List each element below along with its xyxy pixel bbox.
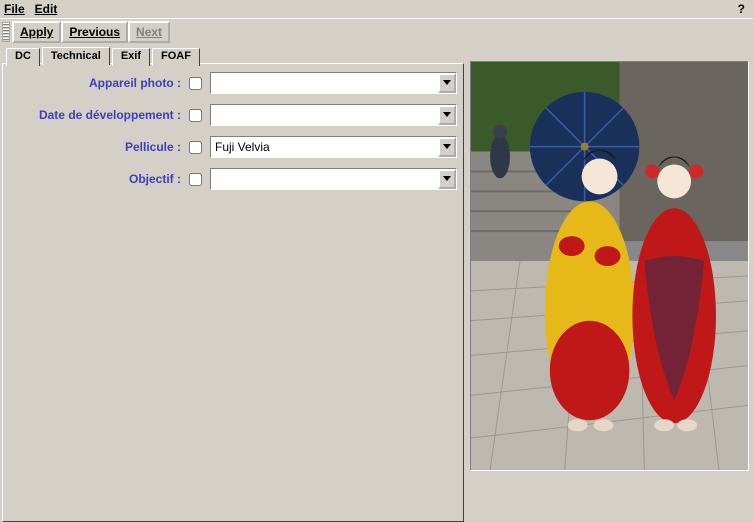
tab-exif[interactable]: Exif: [112, 48, 150, 66]
tabstrip: DC Technical Exif FOAF: [2, 45, 464, 63]
next-button: Next: [128, 21, 170, 43]
apply-button[interactable]: Apply: [12, 21, 61, 43]
menubar: File Edit ?: [0, 0, 753, 19]
combo-lens-value[interactable]: [211, 169, 438, 189]
tab-dc[interactable]: DC: [6, 48, 40, 66]
label-camera: Appareil photo :: [9, 76, 181, 90]
row-camera: Appareil photo :: [9, 72, 457, 94]
toolbar: Apply Previous Next: [0, 19, 753, 45]
toolbar-grip-icon: [2, 22, 10, 42]
row-film: Pellicule : Fuji Velvia: [9, 136, 457, 158]
row-devdate: Date de développement :: [9, 104, 457, 126]
photo-image: [471, 62, 748, 470]
checkbox-devdate[interactable]: [189, 109, 202, 122]
combo-film-button[interactable]: [438, 137, 456, 157]
tab-foaf[interactable]: FOAF: [152, 48, 200, 66]
chevron-down-icon: [443, 80, 451, 86]
combo-devdate-button[interactable]: [438, 105, 456, 125]
label-devdate: Date de développement :: [9, 108, 181, 122]
photo-preview: [470, 61, 749, 471]
label-film: Pellicule :: [9, 140, 181, 154]
menu-help[interactable]: ?: [738, 2, 745, 16]
right-pane: [470, 45, 751, 522]
tab-technical[interactable]: Technical: [42, 47, 110, 65]
combo-film[interactable]: Fuji Velvia: [210, 136, 457, 158]
checkbox-camera[interactable]: [189, 77, 202, 90]
menu-edit[interactable]: Edit: [35, 2, 58, 16]
combo-camera[interactable]: [210, 72, 457, 94]
checkbox-lens[interactable]: [189, 173, 202, 186]
combo-lens[interactable]: [210, 168, 457, 190]
combo-camera-button[interactable]: [438, 73, 456, 93]
chevron-down-icon: [443, 144, 451, 150]
combo-film-value[interactable]: Fuji Velvia: [211, 137, 438, 157]
combo-camera-value[interactable]: [211, 73, 438, 93]
checkbox-film[interactable]: [189, 141, 202, 154]
previous-button[interactable]: Previous: [61, 21, 128, 43]
combo-devdate-value[interactable]: [211, 105, 438, 125]
row-lens: Objectif :: [9, 168, 457, 190]
chevron-down-icon: [443, 176, 451, 182]
label-lens: Objectif :: [9, 172, 181, 186]
combo-devdate[interactable]: [210, 104, 457, 126]
combo-lens-button[interactable]: [438, 169, 456, 189]
main-area: DC Technical Exif FOAF Appareil photo : …: [0, 45, 753, 522]
tab-body-technical: Appareil photo : Date de développement :: [2, 63, 464, 522]
chevron-down-icon: [443, 112, 451, 118]
left-pane: DC Technical Exif FOAF Appareil photo : …: [2, 45, 464, 522]
menu-file[interactable]: File: [4, 2, 25, 16]
